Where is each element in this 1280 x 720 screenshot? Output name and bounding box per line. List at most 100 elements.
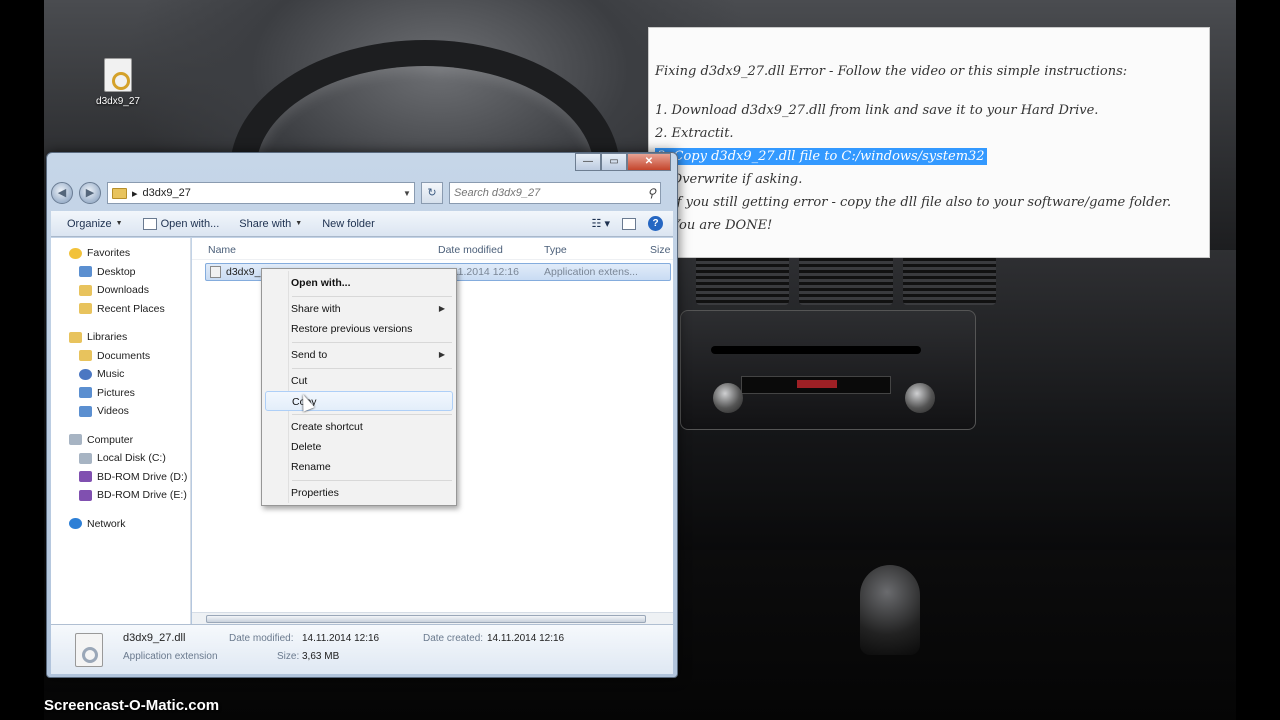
chevron-down-icon: ▼ xyxy=(295,220,303,227)
preview-pane-icon[interactable] xyxy=(622,217,636,230)
nav-local-disk[interactable]: Local Disk (C:) xyxy=(51,449,190,468)
forward-button[interactable]: ▶ xyxy=(79,182,101,204)
chevron-right-icon: ▶ xyxy=(438,304,445,313)
nav-label: Favorites xyxy=(87,247,131,260)
close-button[interactable]: ✕ xyxy=(627,153,671,171)
maximize-button[interactable]: ▭ xyxy=(601,153,627,171)
vent xyxy=(696,255,790,305)
search-field[interactable]: ⚲ xyxy=(449,182,661,204)
breadcrumb-folder[interactable]: d3dx9_27 xyxy=(143,187,191,199)
menu-item-share-with[interactable]: Share with ▶ xyxy=(265,299,453,319)
context-menu: Open with... Share with ▶ Restore previou… xyxy=(261,268,457,506)
refresh-button[interactable]: ↻ xyxy=(421,182,443,204)
nav-label: Local Disk (C:) xyxy=(97,452,166,465)
menu-item-send-to[interactable]: Send to ▶ xyxy=(265,345,453,365)
gear-shift-graphic xyxy=(860,565,920,655)
breadcrumb-arrow-icon[interactable]: ▸ xyxy=(132,187,138,200)
menu-item-properties[interactable]: Properties xyxy=(265,483,453,503)
share-with-label: Share with xyxy=(239,217,292,230)
search-icon[interactable]: ⚲ xyxy=(647,186,656,200)
libraries-icon xyxy=(69,331,82,343)
command-bar: Organize ▼ Open with... Share with ▼ New… xyxy=(51,211,673,237)
menu-item-delete[interactable]: Delete xyxy=(265,437,453,457)
horizontal-scrollbar[interactable] xyxy=(192,612,673,624)
column-type-header[interactable]: Type xyxy=(544,244,567,256)
address-bar[interactable]: ▸ d3dx9_27 ▼ xyxy=(107,182,415,204)
menu-item-cut[interactable]: Cut xyxy=(265,371,453,391)
details-date-modified: 14.11.2014 12:16 xyxy=(302,633,380,644)
menu-item-copy[interactable]: Copy xyxy=(265,391,453,411)
share-with-button[interactable]: Share with ▼ xyxy=(239,218,302,230)
nav-documents[interactable]: Documents xyxy=(51,347,190,366)
minimize-button[interactable]: — xyxy=(575,153,601,171)
column-size-header[interactable]: Size xyxy=(650,244,670,256)
application-icon xyxy=(142,217,157,230)
details-date-created-label: Date created: xyxy=(423,633,484,644)
cd-slot xyxy=(711,346,921,354)
volume-knob xyxy=(713,383,743,413)
desktop-file-icon[interactable]: d3dx9_27 xyxy=(94,58,142,107)
hard-drive-icon xyxy=(79,452,92,464)
file-type: Application extens... xyxy=(544,266,638,278)
nav-recent-places[interactable]: Recent Places xyxy=(51,300,190,319)
nav-label: Videos xyxy=(97,405,129,418)
nav-pictures[interactable]: Pictures xyxy=(51,384,190,403)
nav-label: Recent Places xyxy=(97,302,165,315)
nav-downloads[interactable]: Downloads xyxy=(51,281,190,300)
view-options-icon[interactable]: ☷ ▾ xyxy=(592,217,610,230)
scrollbar-thumb[interactable] xyxy=(206,615,646,623)
menu-item-label: Send to xyxy=(291,349,328,361)
menu-separator xyxy=(292,414,452,415)
disc-drive-icon xyxy=(79,489,92,501)
documents-icon xyxy=(79,350,92,362)
column-name-header[interactable]: Name xyxy=(208,244,236,256)
nav-label: Music xyxy=(97,368,125,381)
nav-music[interactable]: Music xyxy=(51,365,190,384)
organize-button[interactable]: Organize ▼ xyxy=(67,218,123,230)
nav-computer[interactable]: Computer xyxy=(51,431,190,450)
desktop-icon xyxy=(79,266,92,278)
tuning-knob xyxy=(905,383,935,413)
new-folder-button[interactable]: New folder xyxy=(322,218,375,230)
nav-label: Computer xyxy=(87,433,134,446)
nav-label: BD-ROM Drive (D:) V xyxy=(97,470,190,483)
instructions-title: Fixing d3dx9_27.dll Error - Follow the v… xyxy=(655,64,1128,79)
search-input[interactable] xyxy=(454,187,648,199)
nav-label: Desktop xyxy=(97,265,136,278)
nav-label: Downloads xyxy=(97,284,149,297)
left-letterbox xyxy=(0,0,44,720)
nav-favorites[interactable]: Favorites xyxy=(51,244,190,263)
nav-bd-rom-d[interactable]: BD-ROM Drive (D:) V xyxy=(51,468,190,487)
open-with-label: Open with... xyxy=(160,217,220,230)
open-with-button[interactable]: Open with... xyxy=(142,217,220,230)
menu-separator xyxy=(292,368,452,369)
nav-desktop[interactable]: Desktop xyxy=(51,263,190,282)
menu-item-label: Share with xyxy=(291,303,341,315)
details-size: 3,63 MB xyxy=(302,651,340,662)
star-icon xyxy=(69,247,82,259)
nav-label: Network xyxy=(87,517,126,530)
chevron-down-icon[interactable]: ▼ xyxy=(400,189,414,198)
menu-item-create-shortcut[interactable]: Create shortcut xyxy=(265,417,453,437)
details-size-label: Size: xyxy=(277,651,300,662)
view-controls: ☷ ▾ ? xyxy=(592,216,673,231)
chevron-down-icon: ▼ xyxy=(115,220,123,227)
details-date-created: 14.11.2014 12:16 xyxy=(487,633,565,644)
help-icon[interactable]: ? xyxy=(648,216,663,231)
recent-places-icon xyxy=(79,303,92,315)
radio-display xyxy=(741,376,891,394)
nav-label: Libraries xyxy=(87,331,128,344)
car-radio-graphic xyxy=(680,310,976,430)
nav-videos[interactable]: Videos xyxy=(51,402,190,421)
nav-network[interactable]: Network xyxy=(51,515,190,534)
menu-item-rename[interactable]: Rename xyxy=(265,457,453,477)
menu-item-restore-previous-versions[interactable]: Restore previous versions xyxy=(265,319,453,339)
instruction-step-3: 3. Copy d3dx9_27.dll file to C:/windows/… xyxy=(655,148,987,165)
menu-item-open-with[interactable]: Open with... xyxy=(265,273,453,293)
back-button[interactable]: ◀ xyxy=(51,182,73,204)
nav-libraries[interactable]: Libraries xyxy=(51,328,190,347)
menu-separator xyxy=(292,296,452,297)
nav-bd-rom-e[interactable]: BD-ROM Drive (E:) V xyxy=(51,486,190,505)
air-vents-graphic xyxy=(696,255,996,305)
column-date-modified-header[interactable]: Date modified xyxy=(438,244,503,256)
